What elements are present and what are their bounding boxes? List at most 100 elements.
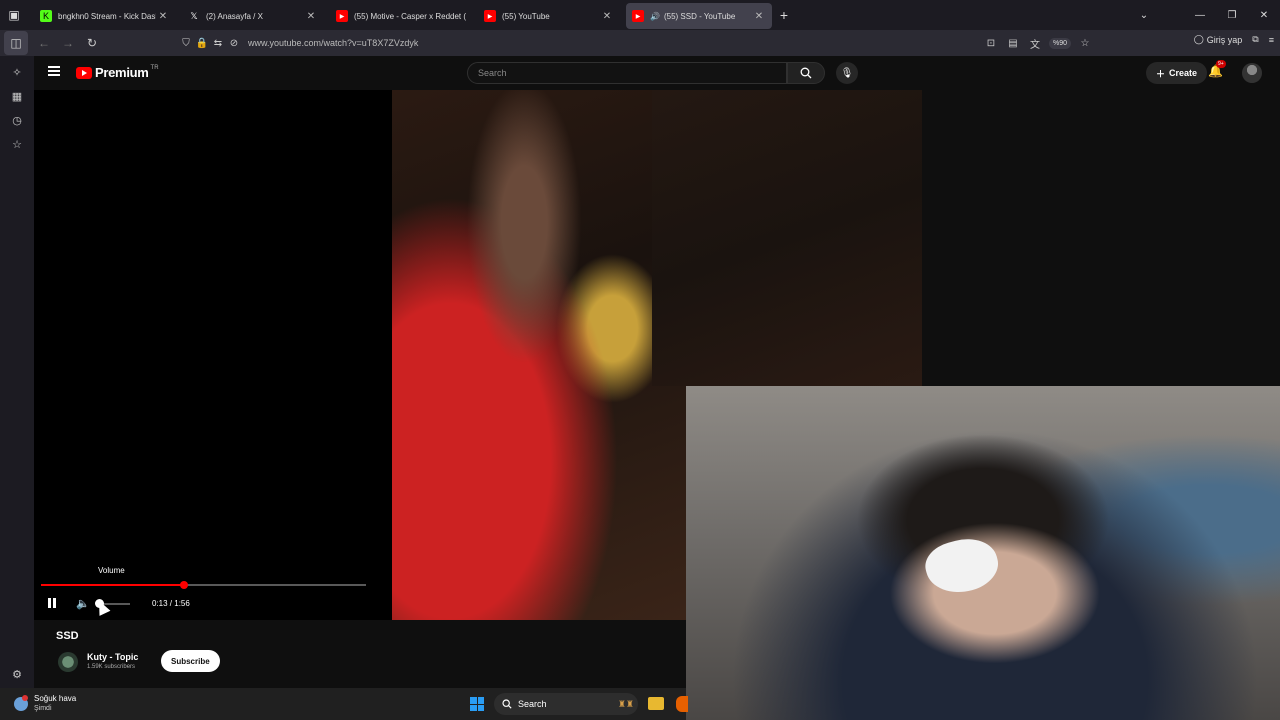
bookmark-star-icon[interactable]: ☆ xyxy=(1077,38,1093,49)
brand-label: Premium xyxy=(95,65,149,80)
youtube-premium-logo[interactable]: Premium TR xyxy=(76,65,159,80)
account-signin-button[interactable]: ◯ Giriş yap xyxy=(1194,34,1243,45)
browser-nav-bar: ◫ ← → ↻ ⛉ 🔒 ⇆ ⊘ www.youtube.com/watch?v=… xyxy=(0,30,1280,56)
extensions-icon[interactable]: ⧉ xyxy=(1252,34,1258,45)
youtube-icon: ▶ xyxy=(336,10,348,22)
browser-tab-motive[interactable]: ▶ (55) Motive - Casper x Reddet ( xyxy=(330,3,472,29)
search-button[interactable] xyxy=(787,62,825,84)
tab-title: bngkhn0 Stream - Kick Dashboard xyxy=(58,11,156,21)
tab-overview-icon[interactable]: ▣ xyxy=(0,0,28,30)
speaker-icon[interactable]: 🔊 xyxy=(650,12,660,21)
weather-title[interactable]: Soğuk hava xyxy=(34,694,76,703)
tab-title: (55) SSD - YouTube xyxy=(663,11,736,21)
search-input[interactable]: Search xyxy=(467,62,787,84)
notification-count-badge: 9+ xyxy=(1216,60,1226,68)
youtube-header: Premium TR Search 🎙 ＋ Create 🔔 9+ xyxy=(34,56,1280,90)
shield-icon[interactable]: ⛉ xyxy=(178,38,194,49)
tab-title: (55) Motive - Casper x Reddet ( xyxy=(354,11,466,21)
browser-sidebar: ✧ ▦ ◷ ☆ ⚙ xyxy=(0,56,34,688)
video-player[interactable]: Volume 🔈 0:13 / 1:56 xyxy=(34,90,686,620)
search-highlight-icon: ♜♜ xyxy=(617,698,634,709)
microphone-icon: 🎙 xyxy=(840,67,854,79)
new-tab-button[interactable]: + xyxy=(772,7,796,23)
progress-bar[interactable] xyxy=(41,581,366,589)
close-tab-icon[interactable]: ✕ xyxy=(752,11,766,22)
windows-start-icon[interactable] xyxy=(470,697,484,711)
lock-icon[interactable]: 🔒 xyxy=(194,38,210,49)
youtube-logo-icon xyxy=(76,66,92,79)
progress-scrubber[interactable] xyxy=(180,581,188,589)
autoplay-blocked-icon[interactable]: ⊘ xyxy=(226,38,242,49)
close-tab-icon[interactable]: ✕ xyxy=(156,11,170,22)
bookmarks-icon[interactable]: ☆ xyxy=(0,132,34,156)
close-tab-icon[interactable]: ✕ xyxy=(600,11,614,22)
translate-icon[interactable]: 文 xyxy=(1027,36,1043,51)
close-tab-icon[interactable]: ✕ xyxy=(304,11,318,22)
tab-title: (2) Anasayfa / X xyxy=(206,11,263,21)
synced-tabs-icon[interactable]: ▦ xyxy=(0,84,34,108)
plus-icon: ＋ xyxy=(1156,68,1166,79)
tab-title: (55) YouTube xyxy=(502,11,550,21)
settings-gear-icon[interactable]: ⚙ xyxy=(0,662,34,686)
youtube-icon: ▶ xyxy=(484,10,496,22)
screenshot-icon[interactable]: ⊡ xyxy=(983,38,999,49)
channel-name[interactable]: Kuty - Topic xyxy=(87,652,138,662)
volume-icon[interactable]: 🔈 xyxy=(76,595,90,611)
video-title: SSD xyxy=(56,630,79,642)
back-icon[interactable]: ← xyxy=(32,31,56,55)
file-explorer-icon[interactable] xyxy=(648,697,664,710)
browser-tab-kick[interactable]: K bngkhn0 Stream - Kick Dashboard ✕ xyxy=(34,3,176,29)
menu-icon[interactable]: ≡ xyxy=(1269,35,1274,45)
video-frame xyxy=(392,90,686,620)
browser-tab-youtube[interactable]: ▶ (55) YouTube ✕ xyxy=(478,3,620,29)
create-label: Create xyxy=(1169,68,1198,78)
search-placeholder: Search xyxy=(478,68,507,78)
signin-label: Giriş yap xyxy=(1206,34,1243,45)
close-window-icon[interactable]: ✕ xyxy=(1248,10,1280,21)
minimize-icon[interactable]: — xyxy=(1184,10,1216,21)
tab-list-chevron-icon[interactable]: ⌄ xyxy=(1128,10,1160,21)
permissions-icon[interactable]: ⇆ xyxy=(210,38,226,49)
subscribe-button[interactable]: Subscribe xyxy=(161,650,220,672)
hamburger-menu-icon[interactable] xyxy=(48,66,60,76)
country-code: TR xyxy=(150,64,159,71)
taskbar-search[interactable]: Search ♜♜ xyxy=(494,693,638,715)
forward-icon[interactable]: → xyxy=(56,31,80,55)
subscriber-count: 1.59K subscribers xyxy=(87,664,136,670)
create-button[interactable]: ＋ Create xyxy=(1146,62,1208,84)
youtube-icon: ▶ xyxy=(632,10,644,22)
sidebar-toggle-icon[interactable]: ◫ xyxy=(4,31,28,55)
taskbar-search-label: Search xyxy=(518,699,547,709)
time-display: 0:13 / 1:56 xyxy=(152,598,190,608)
ai-chat-icon[interactable]: ✧ xyxy=(0,60,34,84)
history-icon[interactable]: ◷ xyxy=(0,108,34,132)
nav-right-tools: ◯ Giriş yap ⧉ ≡ xyxy=(1194,34,1274,45)
search-icon xyxy=(800,67,812,79)
restore-icon[interactable]: ❐ xyxy=(1216,10,1248,21)
video-frame-right xyxy=(652,90,922,386)
search-icon xyxy=(502,699,512,709)
voice-search-button[interactable]: 🎙 xyxy=(836,62,858,84)
account-icon: ◯ xyxy=(1193,34,1204,44)
weather-alert-badge xyxy=(22,695,28,701)
weather-subtitle: Şimdi xyxy=(34,705,52,712)
channel-avatar[interactable] xyxy=(58,652,78,672)
browser-tab-x[interactable]: 𝕏 (2) Anasayfa / X ✕ xyxy=(182,3,324,29)
window-controls: ⌄ — ❐ ✕ xyxy=(1128,0,1280,30)
volume-tooltip: Volume xyxy=(98,566,125,575)
reader-view-icon[interactable]: ▤ xyxy=(1005,38,1021,49)
windows-taskbar: Soğuk hava Şimdi Search ♜♜ xyxy=(0,688,688,720)
reload-icon[interactable]: ↻ xyxy=(80,31,104,55)
address-bar[interactable]: ⛉ 🔒 ⇆ ⊘ www.youtube.com/watch?v=uT8X7ZVz… xyxy=(178,33,1093,53)
firefox-icon[interactable] xyxy=(676,696,688,712)
zoom-level-badge[interactable]: %90 xyxy=(1048,37,1071,49)
browser-tab-ssd[interactable]: ▶ 🔊 (55) SSD - YouTube ✕ xyxy=(626,3,772,29)
x-icon: 𝕏 xyxy=(190,10,198,21)
pause-button[interactable] xyxy=(48,595,58,611)
account-avatar[interactable] xyxy=(1242,63,1262,83)
url-text[interactable]: www.youtube.com/watch?v=uT8X7ZVzdyk xyxy=(248,38,418,48)
browser-tab-bar: ▣ K bngkhn0 Stream - Kick Dashboard ✕ 𝕏 … xyxy=(0,0,1280,30)
kick-icon: K xyxy=(40,10,52,22)
video-info: SSD Kuty - Topic 1.59K subscribers Subsc… xyxy=(34,620,686,688)
progress-fill xyxy=(41,584,184,586)
